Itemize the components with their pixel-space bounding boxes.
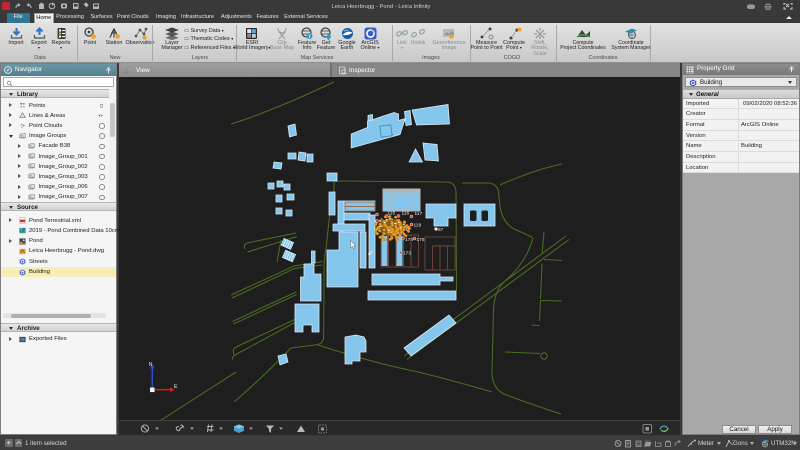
svg-text:173: 173 [403, 251, 411, 257]
svg-text:115: 115 [388, 211, 396, 217]
svg-text:E: E [174, 384, 178, 390]
svg-text:57: 57 [438, 227, 444, 233]
svg-text:117: 117 [415, 211, 423, 217]
svg-text:119: 119 [414, 223, 422, 229]
svg-text:116: 116 [402, 211, 410, 217]
svg-text:174: 174 [405, 237, 413, 243]
svg-text:N: N [149, 362, 153, 368]
svg-text:175: 175 [417, 237, 425, 243]
